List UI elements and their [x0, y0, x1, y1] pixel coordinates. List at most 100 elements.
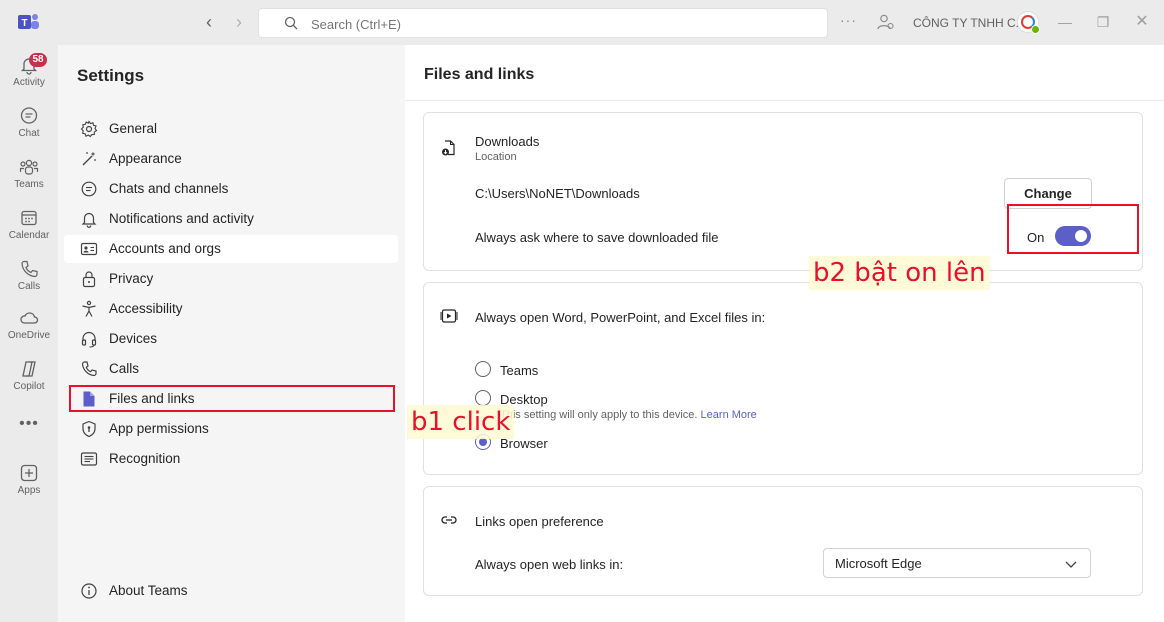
settings-item-calls[interactable]: Calls [64, 355, 398, 383]
settings-item-label: Notifications and activity [109, 211, 254, 226]
downloads-subheading: Location [475, 151, 517, 163]
download-file-icon [442, 140, 455, 156]
rail-chat[interactable]: Chat [0, 100, 58, 148]
minimize-icon[interactable]: — [1055, 12, 1075, 32]
device-note: This setting will only apply to this dev… [500, 409, 757, 421]
back-arrow-icon[interactable]: ‹ [199, 12, 219, 32]
browser-select[interactable]: Microsoft Edge [823, 548, 1091, 578]
settings-item-label: Calls [109, 361, 140, 376]
ask-save-label: Always ask where to save downloaded file [475, 230, 719, 245]
search-input[interactable] [311, 15, 791, 33]
settings-item-label: Chats and channels [109, 181, 229, 196]
teams-logo-icon[interactable]: T [18, 12, 40, 32]
settings-item-app-permissions[interactable]: App permissions [64, 415, 398, 443]
settings-item-recognition[interactable]: Recognition [64, 445, 398, 473]
title-bar: T ‹ › ··· CÔNG TY TNHH C... — ❐ ✕ [0, 0, 1164, 45]
add-apps-icon [20, 464, 38, 482]
learn-more-link[interactable]: Learn More [701, 409, 757, 421]
people-icon[interactable] [876, 13, 894, 31]
settings-sidebar: Settings General Appearance Chats and ch… [58, 45, 405, 622]
presence-available-icon [1031, 25, 1040, 34]
settings-item-accessibility[interactable]: Accessibility [64, 295, 398, 323]
org-name[interactable]: CÔNG TY TNHH C... [913, 16, 1026, 30]
settings-item-devices[interactable]: Devices [64, 325, 398, 353]
links-heading: Links open preference [475, 514, 604, 529]
web-links-label: Always open web links in: [475, 557, 624, 572]
rail-onedrive[interactable]: OneDrive [0, 302, 58, 350]
rail-activity[interactable]: 58 Activity [0, 49, 58, 97]
rail-calendar[interactable]: Calendar [0, 202, 58, 250]
forward-arrow-icon[interactable]: › [229, 12, 249, 32]
settings-item-label: Privacy [109, 271, 154, 286]
teams-icon [19, 159, 39, 175]
radio-desktop[interactable] [475, 390, 491, 406]
rail-apps[interactable]: Apps [0, 457, 58, 505]
recognition-icon [80, 452, 98, 466]
settings-item-chats-and-channels[interactable]: Chats and channels [64, 175, 398, 203]
settings-item-label: General [109, 121, 158, 136]
avatar[interactable] [1017, 11, 1040, 34]
activity-badge: 58 [29, 53, 47, 67]
rail-label: Chat [18, 128, 40, 139]
browser-select-value: Microsoft Edge [835, 556, 922, 571]
radio-teams[interactable] [475, 361, 491, 377]
link-icon [441, 516, 457, 524]
links-card: Links open preference Always open web li… [423, 486, 1143, 596]
settings-item-about-teams[interactable]: About Teams [64, 577, 398, 605]
phone-icon [81, 361, 97, 377]
rail-label: OneDrive [7, 330, 51, 341]
bell-icon [81, 212, 97, 228]
info-icon [81, 583, 97, 599]
settings-item-label: Accounts and orgs [109, 241, 221, 256]
rail-label: Calendar [8, 230, 50, 241]
svg-text:T: T [21, 18, 27, 29]
rail-label: Apps [17, 485, 41, 496]
more-apps-icon[interactable]: ••• [0, 415, 58, 433]
rail-label: Calls [17, 281, 41, 292]
headset-icon [81, 331, 97, 348]
divider [405, 100, 1164, 101]
settings-content: Files and links Downloads Location C:\Us… [405, 45, 1164, 622]
settings-item-label: Appearance [109, 151, 182, 166]
device-note-text: This setting will only apply to this dev… [500, 409, 698, 421]
contact-card-icon [80, 242, 98, 256]
chat-icon [20, 107, 38, 124]
settings-title: Settings [77, 66, 145, 85]
settings-item-accounts-and-orgs[interactable]: Accounts and orgs [64, 235, 398, 263]
radio-teams-label: Teams [500, 363, 539, 378]
maximize-icon[interactable]: ❐ [1093, 12, 1113, 32]
settings-item-label: Accessibility [109, 301, 183, 316]
lock-icon [82, 271, 96, 288]
rail-label: Teams [14, 179, 44, 190]
annotation-box-toggle [1007, 204, 1139, 254]
downloads-heading: Downloads [475, 134, 540, 149]
rail-copilot[interactable]: Copilot [0, 353, 58, 401]
copilot-icon [22, 361, 36, 377]
settings-item-general[interactable]: General [64, 115, 398, 143]
settings-item-notifications[interactable]: Notifications and activity [64, 205, 398, 233]
search-icon [284, 16, 298, 30]
settings-item-privacy[interactable]: Privacy [64, 265, 398, 293]
chevron-down-icon [1065, 561, 1077, 568]
shield-icon [82, 420, 96, 438]
open-files-heading: Always open Word, PowerPoint, and Excel … [475, 310, 766, 325]
open-in-app-icon [440, 309, 458, 323]
annotation-step1: b1 click [407, 405, 515, 439]
page-title: Files and links [424, 66, 535, 83]
open-files-card: Always open Word, PowerPoint, and Excel … [423, 282, 1143, 475]
settings-item-label: App permissions [109, 421, 209, 436]
rail-calls[interactable]: Calls [0, 253, 58, 301]
annotation-box-files-and-links [69, 385, 395, 412]
search-box[interactable] [258, 8, 828, 38]
settings-item-appearance[interactable]: Appearance [64, 145, 398, 173]
settings-item-label: About Teams [109, 583, 188, 598]
more-options-icon[interactable]: ··· [840, 12, 857, 28]
rail-label: Copilot [13, 381, 45, 392]
wand-icon [82, 151, 96, 166]
phone-icon [21, 260, 38, 278]
rail-teams[interactable]: Teams [0, 151, 58, 199]
download-path: C:\Users\NoNET\Downloads [475, 186, 640, 201]
gear-icon [80, 120, 98, 138]
close-icon[interactable]: ✕ [1132, 12, 1152, 32]
rail-label: Activity [13, 77, 45, 88]
